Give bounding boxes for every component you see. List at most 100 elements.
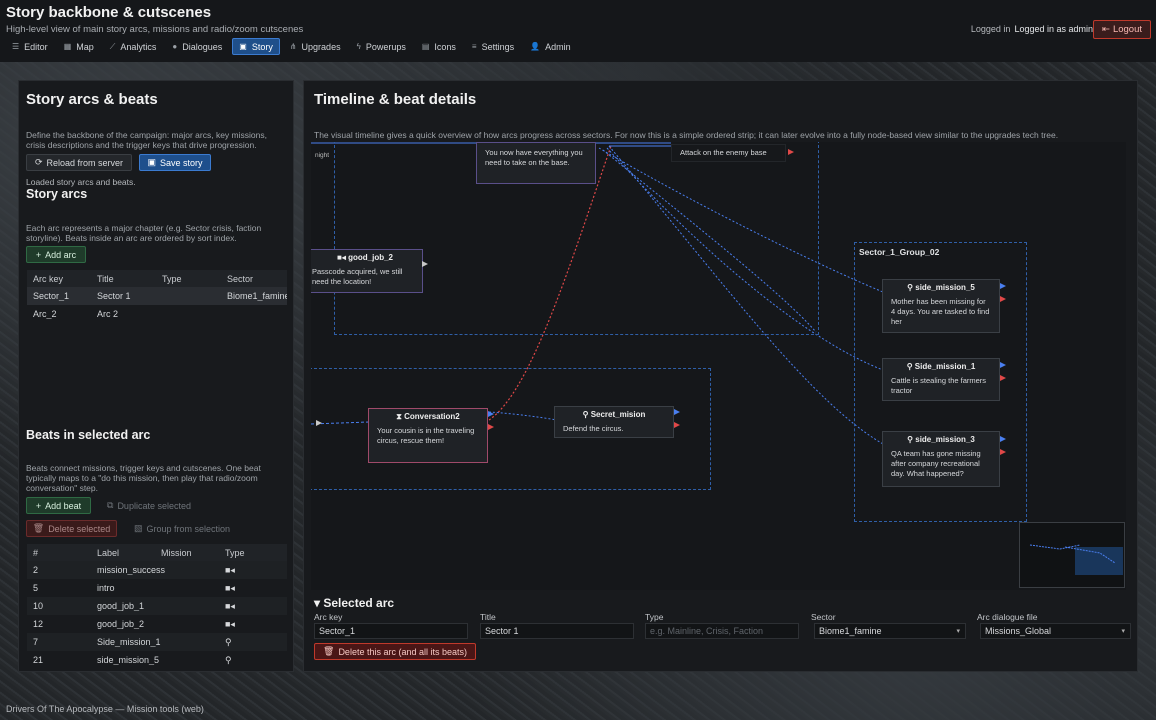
port-red[interactable]	[1000, 449, 1006, 455]
beats-description: Beats connect missions, trigger keys and…	[26, 463, 261, 493]
add-arc-button[interactable]: + Add arc	[26, 246, 86, 263]
video-icon: ■◂	[225, 618, 235, 629]
nav-admin[interactable]: 👤 Admin	[524, 38, 576, 55]
nav-admin-label: Admin	[545, 41, 571, 52]
group-button[interactable]: ▧ Group from selection	[127, 520, 237, 537]
port-white[interactable]	[422, 261, 428, 267]
nav-icons[interactable]: ▤ Icons	[416, 38, 462, 55]
table-row[interactable]: 5 intro ■◂	[27, 579, 287, 597]
story-node[interactable]: ⚲ Secret_mision Defend the circus.	[554, 406, 674, 438]
table-row[interactable]: Sector_1 Sector 1 Biome1_famine	[27, 287, 287, 305]
table-row[interactable]: 10 good_job_1 ■◂	[27, 597, 287, 615]
save-story-button[interactable]: ▣ Save story	[139, 154, 211, 171]
table-row[interactable]: 12 good_job_2 ■◂	[27, 615, 287, 633]
arc-key-label: Arc key	[314, 612, 343, 622]
sector-value: Biome1_famine	[819, 626, 882, 636]
node-body: QA team has gone missing after company r…	[891, 449, 981, 478]
duplicate-button[interactable]: ⧉ Duplicate selected	[99, 497, 199, 514]
table-row[interactable]: Arc_2 Arc 2	[27, 305, 287, 323]
logout-button[interactable]: ⇤ Logout	[1093, 20, 1151, 39]
dialogue-value: Missions_Global	[985, 626, 1052, 636]
sliders-icon: ≡	[471, 42, 477, 51]
col-sector: Sector	[227, 273, 254, 284]
title-field[interactable]: Sector 1	[480, 623, 634, 639]
port-red[interactable]	[674, 422, 680, 428]
grid-icon: ▤	[421, 42, 430, 51]
add-beat-button[interactable]: + Add beat	[26, 497, 91, 514]
col-title: Title	[97, 273, 114, 284]
login-user: Logged in as admin	[1014, 24, 1093, 34]
nav-editor[interactable]: ☰ Editor	[6, 38, 54, 55]
nav-map[interactable]: ▦ Map	[58, 38, 100, 55]
nav-dialogues[interactable]: ● Dialogues	[166, 38, 228, 55]
story-node[interactable]: ⚲ side_mission_3 QA team has gone missin…	[882, 431, 1000, 487]
node-title: ⚲ side_mission_5	[883, 280, 999, 293]
nav-dialogues-label: Dialogues	[182, 41, 223, 52]
story-node[interactable]: ⚲ Side_mission_1 Cattle is stealing the …	[882, 358, 1000, 401]
beat-label: mission_success	[97, 565, 166, 575]
node-title: ⚲ side_mission_3	[883, 432, 999, 445]
beat-num: 10	[33, 601, 44, 611]
nav-story-label: Story	[251, 41, 273, 52]
story-node[interactable]: Attack on the enemy base	[671, 144, 786, 162]
story-node[interactable]: ⚲ side_mission_5 Mother has been missing…	[882, 279, 1000, 333]
delete-selected-button[interactable]: 🗑 Delete selected	[26, 520, 117, 537]
bolt-icon: ϟ	[356, 42, 361, 51]
beats-table: # Label Mission Type 2 mission_success ■◂ …	[27, 544, 287, 669]
col-num: #	[33, 547, 39, 558]
port-blue[interactable]	[1000, 436, 1006, 442]
arc-key-cell: Arc_2	[33, 309, 57, 319]
type-field[interactable]: e.g. Mainline, Crisis, Faction	[645, 623, 799, 639]
app-header: Story backbone & cutscenes High-level vi…	[0, 0, 1156, 62]
story-node[interactable]: ⧗ Conversation2 Your cousin is in the tr…	[368, 408, 488, 463]
status-text: Loaded story arcs and beats.	[26, 177, 136, 187]
nav-powerups[interactable]: ϟ Powerups	[351, 38, 412, 55]
port-red[interactable]	[1000, 296, 1006, 302]
minimap[interactable]	[1019, 522, 1125, 588]
beat-num: 7	[33, 637, 39, 647]
port-red[interactable]	[1000, 375, 1006, 381]
col-mission: Mission	[161, 547, 192, 558]
table-row[interactable]: 21 side_mission_5 ⚲	[27, 651, 287, 669]
timeline-description: The visual timeline gives a quick overvi…	[314, 130, 1059, 140]
story-node[interactable]: ■◂ good_job_2 Passcode acquired, we stil…	[311, 249, 423, 293]
beat-label: good_job_2	[97, 619, 145, 629]
delete-arc-button[interactable]: 🗑 Delete this arc (and all its beats)	[314, 643, 476, 660]
save-label: Save story	[159, 157, 203, 168]
port-blue[interactable]	[1000, 362, 1006, 368]
map-icon: ▦	[63, 42, 72, 51]
story-node[interactable]: You now have everything you need to take…	[476, 142, 596, 184]
beat-num: 5	[33, 583, 39, 593]
login-status-label: Logged in	[970, 24, 1011, 34]
port-red[interactable]	[788, 149, 794, 155]
table-row[interactable]: 7 Side_mission_1 ⚲	[27, 633, 287, 651]
port-blue[interactable]	[488, 411, 494, 417]
port-red[interactable]	[488, 424, 494, 430]
node-title-text: side_mission_3	[915, 435, 975, 444]
nav-settings[interactable]: ≡ Settings	[466, 38, 520, 55]
video-icon: ■◂	[337, 253, 349, 262]
refresh-icon: ⟳	[34, 157, 43, 167]
port-white[interactable]	[316, 420, 322, 426]
timeline-canvas[interactable]: Sector_1_Group_02 night You now have eve…	[311, 142, 1126, 590]
dialogue-select[interactable]: Missions_Global ▾	[980, 623, 1131, 639]
arc-key-field[interactable]: Sector_1	[314, 623, 468, 639]
nav-upgrades[interactable]: ⋔ Upgrades	[284, 38, 347, 55]
beat-label: intro	[97, 583, 115, 593]
dialogue-label: Arc dialogue file	[977, 612, 1038, 622]
delete-arc-label: Delete this arc (and all its beats)	[338, 646, 467, 657]
reload-button[interactable]: ⟳ Reload from server	[26, 154, 132, 171]
nav-story[interactable]: ▣ Story	[232, 38, 280, 55]
sector-select[interactable]: Biome1_famine ▾	[814, 623, 966, 639]
node-title-text: Side_mission_1	[914, 362, 976, 371]
col-type: Type	[162, 273, 182, 284]
arc-key-cell: Sector_1	[33, 291, 70, 301]
nav-analytics[interactable]: ⟋ Analytics	[104, 38, 163, 55]
triangle-down-icon: ▾	[314, 596, 324, 610]
table-row[interactable]: 2 mission_success ■◂	[27, 561, 287, 579]
node-title: ⚲ Secret_mision	[555, 407, 673, 420]
port-blue[interactable]	[1000, 283, 1006, 289]
port-blue[interactable]	[674, 409, 680, 415]
title-value: Sector 1	[485, 626, 519, 636]
chat-icon: ●	[172, 42, 178, 51]
